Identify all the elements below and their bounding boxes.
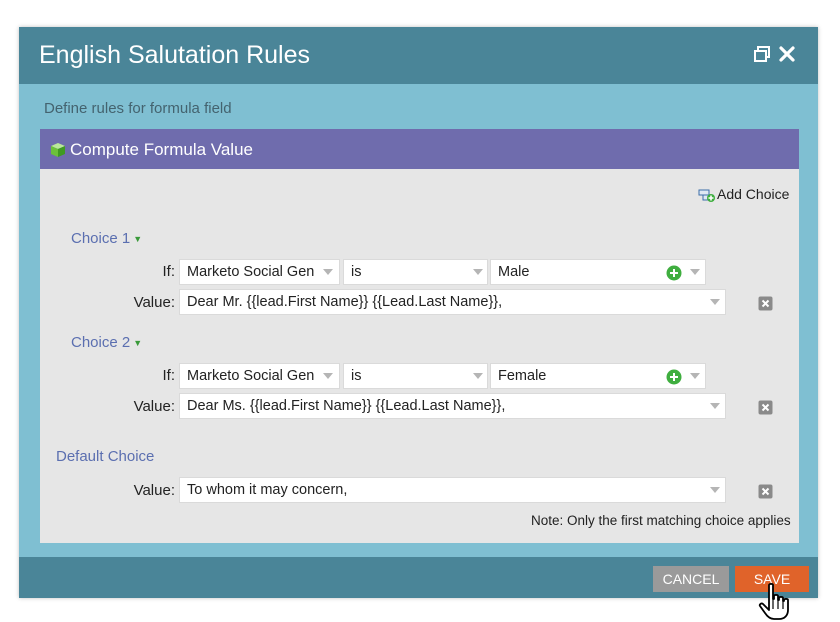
matching-note: Note: Only the first matching choice app…: [531, 513, 791, 528]
choice-2-value-select[interactable]: Dear Ms. {{lead.First Name}} {{Lead.Last…: [179, 393, 726, 419]
dialog-title: English Salutation Rules: [39, 41, 310, 69]
choice-2-match-select[interactable]: Female: [490, 363, 706, 389]
choice-1-value-text: Dear Mr. {{lead.First Name}} {{Lead.Last…: [187, 294, 503, 310]
remove-icon[interactable]: [758, 296, 773, 311]
choice-2-operator-value: is: [351, 368, 362, 384]
default-value-text: To whom it may concern,: [187, 482, 348, 498]
chevron-down-icon: [710, 299, 720, 305]
default-choice-label: Default Choice: [56, 448, 155, 465]
default-value-label: Value:: [133, 482, 175, 499]
chevron-down-icon: ▼: [133, 234, 143, 244]
choice-1-label: Choice 1: [71, 230, 131, 247]
choice-1-field-value: Marketo Social Gen: [187, 264, 315, 280]
salutation-rules-dialog: English Salutation Rules Define rules fo…: [19, 27, 818, 598]
chevron-down-icon: [710, 403, 720, 409]
choice-2-field-select[interactable]: Marketo Social Gen: [179, 363, 340, 389]
chevron-down-icon: [473, 373, 483, 379]
close-icon[interactable]: [777, 44, 797, 64]
remove-icon[interactable]: [758, 400, 773, 415]
default-value-select[interactable]: To whom it may concern,: [179, 477, 726, 503]
panel-header: Compute Formula Value: [40, 129, 799, 169]
choice-2-field-value: Marketo Social Gen: [187, 368, 315, 384]
chevron-down-icon: [323, 373, 333, 379]
chevron-down-icon: [323, 269, 333, 275]
choice-1-if-label: If:: [162, 263, 175, 280]
chevron-down-icon: [690, 373, 700, 379]
choice-2-value-text: Dear Ms. {{lead.First Name}} {{Lead.Last…: [187, 398, 506, 414]
remove-icon[interactable]: [758, 484, 773, 499]
dialog-footer: CANCEL SAVE: [19, 557, 818, 598]
choice-1-match-select[interactable]: Male: [490, 259, 706, 285]
chevron-down-icon: [690, 269, 700, 275]
choice-2-operator-select[interactable]: is: [343, 363, 488, 389]
choice-2-value-label: Value:: [133, 398, 175, 415]
choice-2-toggle[interactable]: Choice 2 ▼: [71, 334, 142, 351]
choice-2-label: Choice 2: [71, 334, 131, 351]
chevron-down-icon: ▼: [133, 338, 143, 348]
choice-2-if-label: If:: [162, 367, 175, 384]
choice-1-value-label: Value:: [133, 294, 175, 311]
choice-1-field-select[interactable]: Marketo Social Gen: [179, 259, 340, 285]
choice-1-operator-select[interactable]: is: [343, 259, 488, 285]
panel-title: Compute Formula Value: [70, 140, 253, 159]
hand-cursor-icon: [758, 582, 789, 620]
restore-icon[interactable]: [752, 44, 772, 64]
cancel-button[interactable]: CANCEL: [653, 566, 729, 592]
dialog-subtitle: Define rules for formula field: [44, 100, 232, 117]
dialog-titlebar: English Salutation Rules: [19, 27, 818, 84]
plus-icon[interactable]: [666, 369, 682, 385]
compute-formula-panel: Compute Formula Value Add Choice Choice …: [40, 129, 799, 543]
choice-1-match-value: Male: [498, 264, 530, 280]
choice-1-value-select[interactable]: Dear Mr. {{lead.First Name}} {{Lead.Last…: [179, 289, 726, 315]
choice-1-toggle[interactable]: Choice 1 ▼: [71, 230, 142, 247]
choice-1-operator-value: is: [351, 264, 362, 280]
add-choice-icon: [698, 189, 715, 202]
chevron-down-icon: [710, 487, 720, 493]
choice-2-match-value: Female: [498, 368, 547, 384]
chevron-down-icon: [473, 269, 483, 275]
add-choice-label: Add Choice: [717, 186, 790, 202]
cube-icon: [51, 143, 65, 157]
plus-icon[interactable]: [666, 265, 682, 281]
